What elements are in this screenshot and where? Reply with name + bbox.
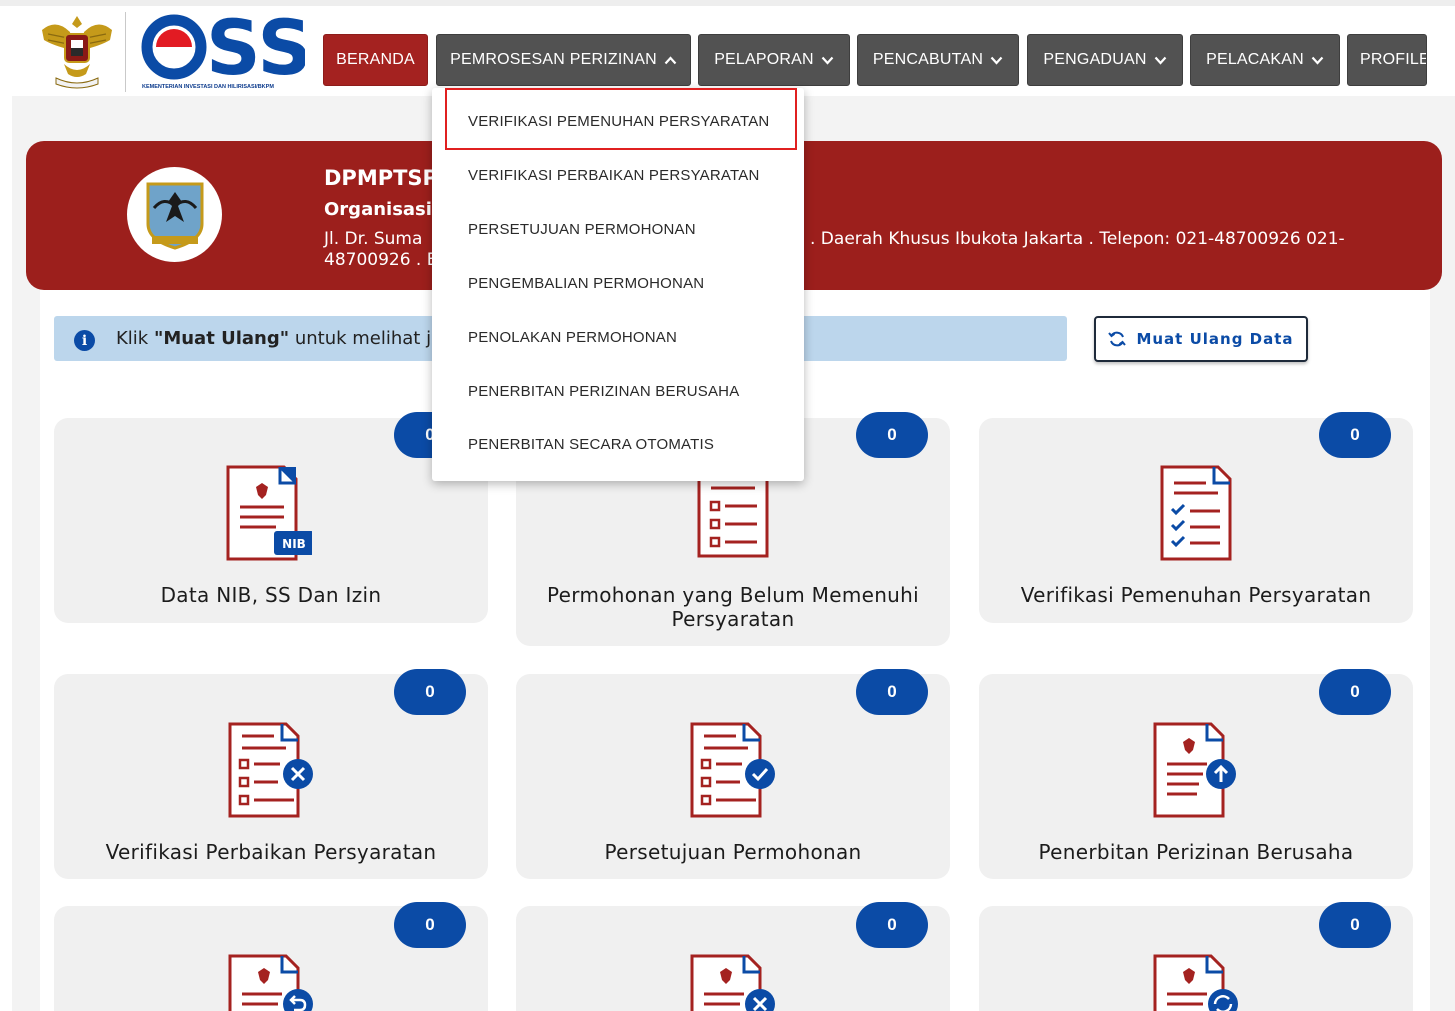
refresh-icon bbox=[1108, 331, 1127, 347]
nav-label: PELAPORAN bbox=[714, 51, 814, 68]
card-label: Data NIB, SS Dan Izin bbox=[160, 583, 382, 607]
nav-label: BERANDA bbox=[336, 51, 415, 68]
count-badge: 0 bbox=[394, 902, 466, 948]
menu-item-penerbitan-otomatis[interactable]: PENERBITAN SECARA OTOMATIS bbox=[468, 436, 714, 453]
count-badge: 0 bbox=[1319, 412, 1391, 458]
chevron-down-icon bbox=[1311, 56, 1324, 65]
menu-item-persetujuan[interactable]: PERSETUJUAN PERMOHONAN bbox=[468, 221, 696, 238]
card-label: Permohonan yang Belum Memenuhi Persyarat… bbox=[547, 583, 919, 631]
agency-title: DPMPTSP bbox=[324, 166, 438, 190]
menu-item-penolakan[interactable]: PENOLAKAN PERMOHONAN bbox=[468, 329, 677, 346]
chevron-down-icon bbox=[821, 56, 834, 65]
oss-logo: SS bbox=[141, 10, 305, 90]
menu-item-penerbitan-perizinan[interactable]: PENERBITAN PERIZINAN BERUSAHA bbox=[468, 383, 739, 400]
card-label: Penerbitan Perizinan Berusaha bbox=[1038, 840, 1354, 864]
logo-subtitle: KEMENTERIAN INVESTASI DAN HILIRISASI/BKP… bbox=[142, 84, 274, 90]
agency-address-line2: 48700926 . E bbox=[324, 250, 438, 270]
info-suffix: untuk melihat ju bbox=[289, 328, 443, 349]
count-badge: 0 bbox=[1319, 669, 1391, 715]
count-badge: 0 bbox=[856, 412, 928, 458]
reload-data-button[interactable]: Muat Ulang Data bbox=[1094, 316, 1308, 362]
agency-emblem-icon bbox=[146, 182, 203, 250]
nav-label: PENCABUTAN bbox=[872, 51, 984, 68]
card-label: Verifikasi Pemenuhan Persyaratan bbox=[1020, 583, 1372, 607]
svg-text:SS: SS bbox=[206, 10, 305, 90]
garuda-emblem-icon bbox=[42, 16, 112, 89]
approved-list-document-icon bbox=[690, 722, 775, 818]
nav-pemrosesan-perizinan[interactable]: PEMROSESAN PERIZINAN bbox=[436, 34, 691, 86]
info-prefix: Klik bbox=[116, 328, 154, 349]
menu-item-pengembalian[interactable]: PENGEMBALIAN PERMOHONAN bbox=[468, 275, 704, 292]
chevron-up-icon bbox=[664, 55, 677, 64]
nav-pelaporan[interactable]: PELAPORAN bbox=[698, 34, 850, 86]
agency-address-line1: Jl. Dr. Suma bbox=[324, 229, 423, 249]
info-text: Klik "Muat Ulang" untuk melihat ju bbox=[116, 328, 442, 349]
chevron-down-icon bbox=[990, 56, 1003, 65]
count-badge: 0 bbox=[856, 902, 928, 948]
count-badge: 0 bbox=[856, 669, 928, 715]
nav-beranda[interactable]: BERANDA bbox=[323, 34, 428, 86]
info-icon: i bbox=[74, 330, 95, 351]
svg-text:NIB: NIB bbox=[282, 537, 306, 551]
count-badge: 0 bbox=[1319, 902, 1391, 948]
upload-document-icon bbox=[1153, 722, 1236, 818]
agency-address-line1-tail: . Daerah Khusus Ibukota Jakarta . Telepo… bbox=[810, 229, 1345, 249]
card-label: Persetujuan Permohonan bbox=[604, 840, 862, 864]
agency-logo bbox=[127, 167, 222, 262]
checklist-document-icon bbox=[1160, 465, 1232, 561]
nav-pelacakan[interactable]: PELACAKAN bbox=[1190, 34, 1340, 86]
nib-document-icon: NIB bbox=[226, 465, 312, 561]
cancel-document-icon bbox=[690, 954, 775, 1011]
menu-item-verifikasi-perbaikan[interactable]: VERIFIKASI PERBAIKAN PERSYARATAN bbox=[468, 167, 759, 184]
info-bold: "Muat Ulang" bbox=[153, 328, 290, 349]
nav-label: PROFILE bbox=[1360, 51, 1427, 68]
nav-label: PELACAKAN bbox=[1206, 51, 1304, 68]
nav-label: PEMROSESAN PERIZINAN bbox=[450, 51, 657, 68]
nav-label: PENGADUAN bbox=[1043, 51, 1147, 68]
logo-divider bbox=[125, 12, 126, 92]
menu-item-verifikasi-pemenuhan[interactable]: VERIFIKASI PEMENUHAN PERSYARATAN bbox=[468, 113, 769, 130]
rejected-list-document-icon bbox=[228, 722, 313, 818]
sync-document-icon bbox=[1153, 954, 1238, 1011]
chevron-down-icon bbox=[1154, 56, 1166, 65]
count-badge: 0 bbox=[394, 669, 466, 715]
nav-pencabutan[interactable]: PENCABUTAN bbox=[857, 34, 1019, 86]
return-document-icon bbox=[228, 954, 313, 1011]
nav-pengaduan[interactable]: PENGADUAN bbox=[1027, 34, 1183, 86]
card-label: Verifikasi Perbaikan Persyaratan bbox=[105, 840, 437, 864]
reload-label: Muat Ulang Data bbox=[1136, 330, 1294, 348]
nav-profile[interactable]: PROFILE bbox=[1347, 34, 1427, 86]
agency-organization: Organisasi bbox=[324, 199, 432, 220]
